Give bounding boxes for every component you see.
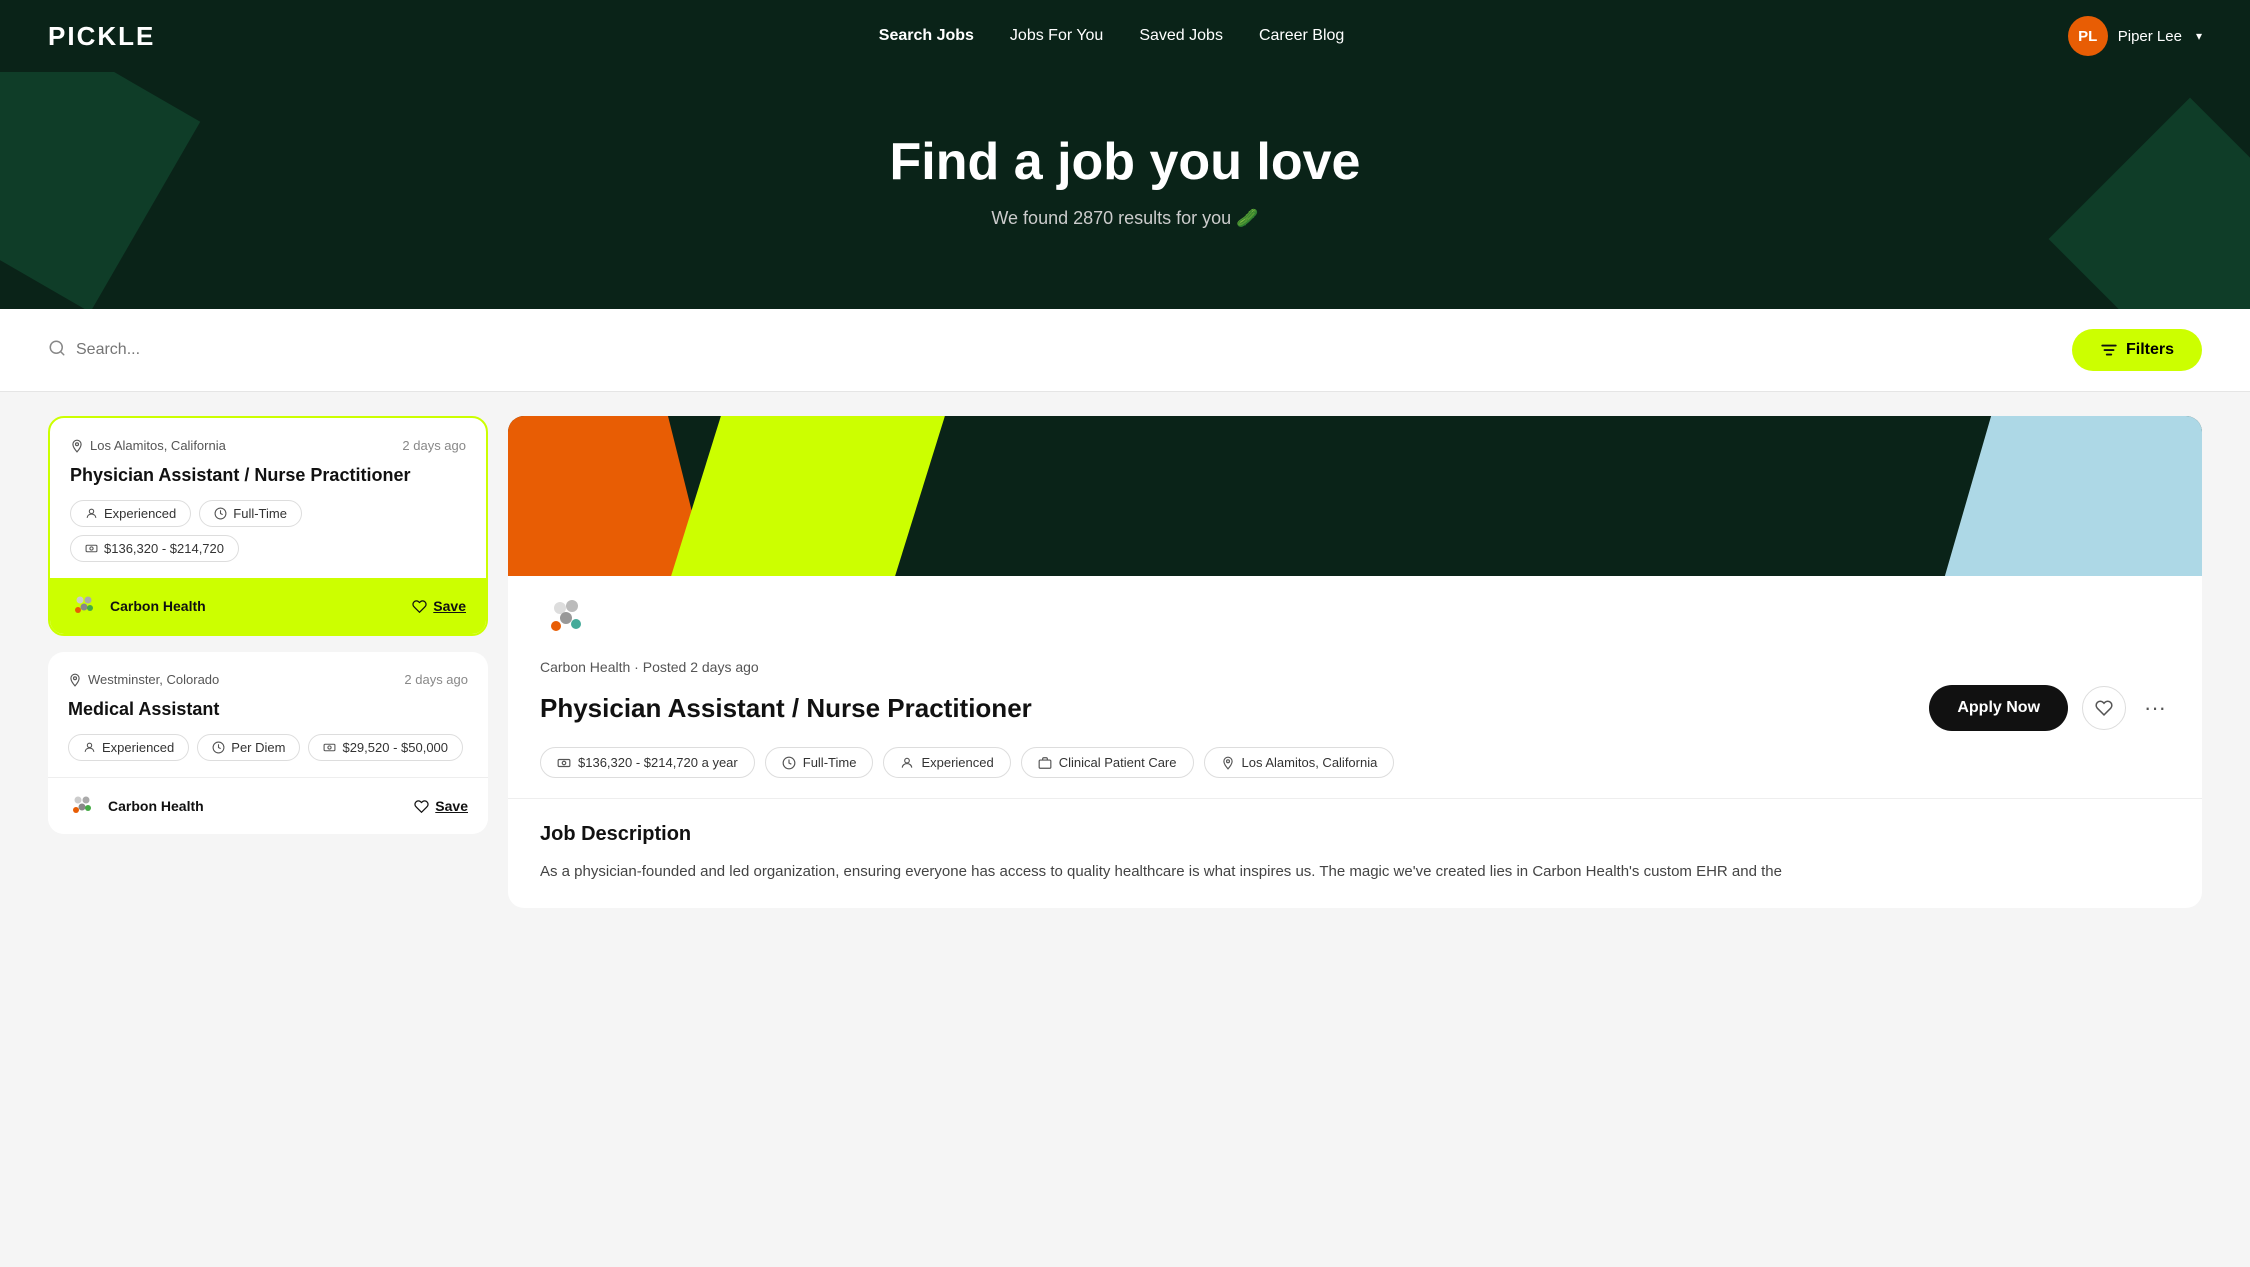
job-tag-experience-1: Experienced	[70, 500, 191, 527]
banner-orange-shape	[508, 416, 708, 576]
job-title-1: Physician Assistant / Nurse Practitioner	[70, 465, 466, 486]
job-tags-1: Experienced Full-Time $136,320 - $214,72…	[70, 500, 466, 562]
job-desc-title: Job Description	[540, 823, 2170, 846]
job-detail-panel: Carbon Health · Posted 2 days ago Physic…	[508, 416, 2202, 908]
banner-shapes	[508, 416, 2202, 576]
detail-tag-experience: Experienced	[883, 747, 1010, 778]
search-input-wrap	[48, 339, 2072, 362]
more-options-button[interactable]: ···	[2140, 695, 2170, 721]
job-location-1: Los Alamitos, California	[70, 438, 226, 453]
company-logo-large	[540, 590, 596, 646]
apply-now-button[interactable]: Apply Now	[1929, 685, 2068, 731]
nav-career-blog[interactable]: Career Blog	[1259, 27, 1344, 45]
company-logo-2	[68, 790, 100, 822]
company-info-1: Carbon Health	[70, 590, 206, 622]
job-location-text-1: Los Alamitos, California	[90, 438, 226, 453]
job-card-footer-1: Carbon Health Save	[50, 578, 486, 634]
job-tag-experience-2: Experienced	[68, 734, 189, 761]
save-job-button[interactable]	[2082, 686, 2126, 730]
banner-yellow-shape	[668, 416, 948, 576]
nav-search-jobs[interactable]: Search Jobs	[879, 27, 974, 45]
job-tag-type-1: Full-Time	[199, 500, 302, 527]
job-card-body-2: Westminster, Colorado 2 days ago Medical…	[48, 652, 488, 777]
banner-blue-shape	[1942, 416, 2202, 576]
job-detail-title: Physician Assistant / Nurse Practitioner	[540, 693, 1032, 724]
company-info-2: Carbon Health	[68, 790, 204, 822]
detail-tag-category: Clinical Patient Care	[1021, 747, 1194, 778]
nav-saved-jobs[interactable]: Saved Jobs	[1139, 27, 1223, 45]
nav-menu: Search Jobs Jobs For You Saved Jobs Care…	[879, 27, 1345, 45]
job-detail-meta: Carbon Health · Posted 2 days ago	[540, 659, 2170, 675]
main-content: Los Alamitos, California 2 days ago Phys…	[0, 392, 2250, 932]
save-button-1[interactable]: Save	[412, 598, 466, 614]
hero-title: Find a job you love	[48, 132, 2202, 192]
detail-tag-type: Full-Time	[765, 747, 874, 778]
job-time-1: 2 days ago	[402, 438, 466, 453]
detail-tag-salary: $136,320 - $214,720 a year	[540, 747, 755, 778]
search-icon	[48, 339, 66, 362]
job-time-2: 2 days ago	[404, 672, 468, 687]
logo: PICKLE	[48, 21, 155, 52]
job-tag-type-2: Per Diem	[197, 734, 300, 761]
company-banner	[508, 416, 2202, 576]
hero-subtitle: We found 2870 results for you 🥒	[48, 208, 2202, 229]
job-description-section: Job Description As a physician-founded a…	[508, 799, 2202, 908]
job-tag-salary-1: $136,320 - $214,720	[70, 535, 239, 562]
nav-jobs-for-you[interactable]: Jobs For You	[1010, 27, 1103, 45]
job-title-2: Medical Assistant	[68, 699, 468, 720]
user-menu[interactable]: PL Piper Lee ▾	[2068, 16, 2202, 56]
job-card-meta-1: Los Alamitos, California 2 days ago	[70, 438, 466, 453]
company-logo-1	[70, 590, 102, 622]
chevron-down-icon: ▾	[2196, 29, 2202, 43]
search-row: Filters	[0, 309, 2250, 392]
job-detail-title-row: Physician Assistant / Nurse Practitioner…	[508, 685, 2202, 731]
filters-label: Filters	[2126, 341, 2174, 359]
job-location-text-2: Westminster, Colorado	[88, 672, 219, 687]
job-tags-2: Experienced Per Diem $29,520 - $50,000	[68, 734, 468, 761]
job-desc-text: As a physician-founded and led organizat…	[540, 860, 2170, 884]
job-card-footer-2: Carbon Health Save	[48, 777, 488, 834]
job-card-1[interactable]: Los Alamitos, California 2 days ago Phys…	[48, 416, 488, 636]
hero-section: Find a job you love We found 2870 result…	[0, 72, 2250, 309]
search-input[interactable]	[76, 341, 2072, 359]
filters-button[interactable]: Filters	[2072, 329, 2202, 371]
job-card-2[interactable]: Westminster, Colorado 2 days ago Medical…	[48, 652, 488, 834]
job-location-2: Westminster, Colorado	[68, 672, 219, 687]
job-detail-tags: $136,320 - $214,720 a year Full-Time Exp…	[508, 747, 2202, 799]
user-name: Piper Lee	[2118, 28, 2182, 45]
avatar: PL	[2068, 16, 2108, 56]
job-tag-salary-2: $29,520 - $50,000	[308, 734, 463, 761]
job-card-body-1: Los Alamitos, California 2 days ago Phys…	[50, 418, 486, 578]
job-card-meta-2: Westminster, Colorado 2 days ago	[68, 672, 468, 687]
detail-tag-location: Los Alamitos, California	[1204, 747, 1395, 778]
save-button-2[interactable]: Save	[414, 798, 468, 814]
job-list: Los Alamitos, California 2 days ago Phys…	[48, 416, 508, 834]
navbar: PICKLE Search Jobs Jobs For You Saved Jo…	[0, 0, 2250, 72]
job-detail-actions: Apply Now ···	[1929, 685, 2170, 731]
company-name-2: Carbon Health	[108, 798, 204, 814]
company-logo-section: Carbon Health · Posted 2 days ago	[508, 576, 2202, 675]
company-name-1: Carbon Health	[110, 598, 206, 614]
